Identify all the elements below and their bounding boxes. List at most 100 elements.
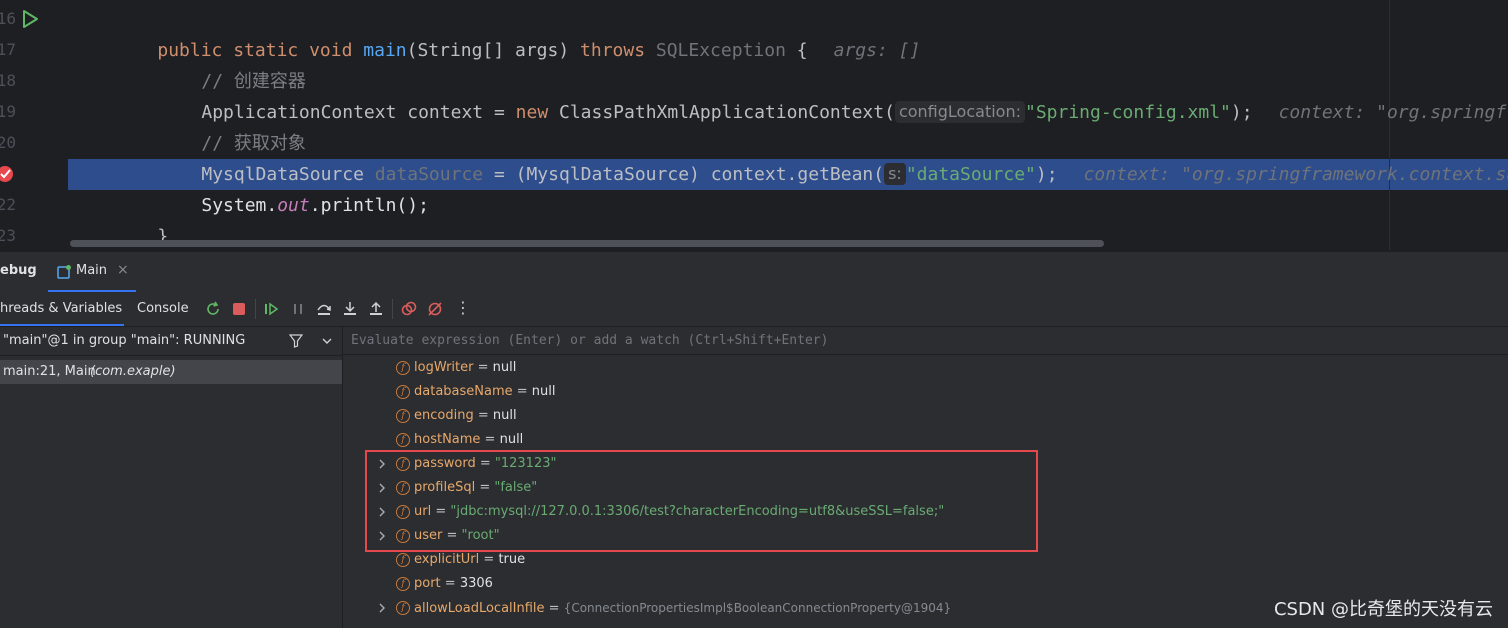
equals-sign: = bbox=[440, 576, 460, 591]
equals-sign: = bbox=[480, 432, 500, 447]
code-line-17: // 创建容器 bbox=[158, 35, 306, 92]
filter-icon[interactable] bbox=[289, 334, 303, 348]
code-token: new bbox=[515, 102, 559, 123]
parameter-hint: configLocation: bbox=[894, 101, 1025, 123]
code-token: throws bbox=[580, 40, 656, 61]
line-number: 16 bbox=[0, 9, 16, 28]
inline-debug-value: context: "org.springfra bbox=[1278, 102, 1508, 123]
view-breakpoints-icon[interactable] bbox=[401, 301, 417, 317]
tab-threads-label: hreads & Variables bbox=[0, 301, 123, 316]
variable-row[interactable]: f port = 3306 bbox=[343, 572, 1508, 596]
step-out-icon[interactable] bbox=[368, 301, 384, 317]
code-token: SQLException bbox=[655, 40, 786, 61]
step-into-icon[interactable] bbox=[342, 301, 358, 317]
equals-sign: = bbox=[512, 384, 532, 399]
variable-entry: logWriter = null bbox=[414, 356, 516, 380]
field-icon: f bbox=[396, 601, 410, 615]
variable-value: null bbox=[531, 384, 556, 399]
mute-breakpoints-icon[interactable] bbox=[427, 301, 443, 317]
debug-toolbar: hreads & Variables Console bbox=[0, 292, 1508, 327]
parameter-hint: s: bbox=[884, 163, 906, 185]
chevron-right-icon[interactable] bbox=[377, 596, 387, 620]
evaluate-expression-input[interactable]: Evaluate expression (Enter) or add a wat… bbox=[343, 327, 1508, 355]
code-token: .println(); bbox=[309, 195, 429, 216]
variable-row[interactable]: f hostName = null bbox=[343, 428, 1508, 452]
tab-main[interactable]: Main × bbox=[48, 252, 136, 292]
code-line-18: ApplicationContext context = new ClassPa… bbox=[158, 66, 1508, 123]
run-main-icon[interactable] bbox=[21, 9, 39, 29]
inline-debug-value: context: "org.springframework.context.su… bbox=[1083, 164, 1508, 185]
code-editor[interactable]: 16 17 18 19 20 22 23 public static void … bbox=[0, 0, 1508, 250]
code-token: = (MysqlDataSource) context.getBean( bbox=[483, 164, 885, 185]
editor-gutter[interactable]: 16 17 18 19 20 22 23 bbox=[0, 0, 66, 250]
resume-icon[interactable] bbox=[263, 301, 279, 317]
variable-name: allowLoadLocalInfile bbox=[414, 601, 545, 616]
more-options-icon[interactable]: ⋮ bbox=[455, 298, 471, 317]
rerun-icon[interactable] bbox=[205, 301, 221, 317]
stack-frame-selected[interactable]: main:21, Main (com.exaple) bbox=[0, 360, 342, 384]
debug-tool-window-header: ebug Main × bbox=[0, 251, 1508, 292]
step-over-icon[interactable] bbox=[316, 301, 332, 317]
thread-selector[interactable]: "main"@1 in group "main": RUNNING bbox=[0, 327, 342, 356]
equals-sign: = bbox=[544, 601, 564, 616]
field-icon: f bbox=[396, 409, 410, 423]
line-number: 22 bbox=[0, 195, 16, 214]
field-icon: f bbox=[396, 433, 410, 447]
line-number: 23 bbox=[0, 226, 16, 245]
code-token: System. bbox=[201, 195, 278, 216]
variable-value: null bbox=[499, 432, 524, 447]
tab-console[interactable]: Console bbox=[137, 301, 189, 316]
code-line-22: } bbox=[114, 190, 168, 247]
variable-value: {ConnectionPropertiesImpl$BooleanConnect… bbox=[563, 601, 952, 615]
breakpoint-icon[interactable] bbox=[0, 164, 16, 184]
stop-icon[interactable] bbox=[231, 301, 247, 317]
variable-entry: allowLoadLocalInfile = {ConnectionProper… bbox=[414, 596, 951, 621]
variable-name: encoding bbox=[414, 408, 474, 423]
variable-entry: hostName = null bbox=[414, 428, 523, 452]
variable-name: explicitUrl bbox=[414, 552, 480, 567]
code-line-16: public static void main(String[] args) t… bbox=[114, 4, 920, 61]
line-number: 19 bbox=[0, 102, 16, 121]
code-token: out bbox=[277, 195, 310, 216]
code-token: ); bbox=[1230, 102, 1253, 123]
code-token: ); bbox=[1035, 164, 1058, 185]
highlight-annotation-box bbox=[365, 450, 1038, 552]
close-icon[interactable]: × bbox=[117, 262, 129, 278]
variable-value: null bbox=[492, 360, 517, 375]
variable-name: port bbox=[414, 576, 441, 591]
variable-name: hostName bbox=[414, 432, 481, 447]
active-tab-indicator bbox=[0, 324, 124, 326]
threads-frames-panel: "main"@1 in group "main": RUNNING main:2… bbox=[0, 327, 343, 628]
variable-row[interactable]: f encoding = null bbox=[343, 404, 1508, 428]
line-number: 18 bbox=[0, 71, 16, 90]
run-config-icon bbox=[57, 265, 71, 279]
code-token: (String[] args) bbox=[406, 40, 581, 61]
debug-title: ebug bbox=[0, 263, 37, 278]
stack-frame-package: (com.exaple) bbox=[90, 364, 176, 379]
code-line-19: // 获取对象 bbox=[158, 97, 306, 154]
code-token: { bbox=[785, 40, 808, 61]
variable-row[interactable]: f databaseName = null bbox=[343, 380, 1508, 404]
variable-entry: port = 3306 bbox=[414, 572, 493, 596]
equals-sign: = bbox=[479, 552, 499, 567]
thread-selector-value: "main"@1 in group "main": RUNNING bbox=[3, 333, 246, 348]
variable-row[interactable]: f logWriter = null bbox=[343, 356, 1508, 380]
equals-sign: = bbox=[473, 360, 493, 375]
horizontal-scrollbar[interactable] bbox=[70, 240, 1104, 247]
field-icon: f bbox=[396, 553, 410, 567]
tab-threads-variables[interactable]: hreads & Variables bbox=[0, 292, 124, 326]
chevron-down-icon[interactable] bbox=[321, 336, 333, 346]
variable-entry: databaseName = null bbox=[414, 380, 556, 404]
code-line-20: MysqlDataSource dataSource = (MysqlDataS… bbox=[158, 128, 1508, 185]
toolbar-separator bbox=[255, 299, 256, 319]
stack-frame-label: main:21, Main bbox=[3, 364, 96, 379]
variable-name: logWriter bbox=[414, 360, 474, 375]
variable-entry: encoding = null bbox=[414, 404, 517, 428]
variable-value: null bbox=[492, 408, 517, 423]
field-icon: f bbox=[396, 361, 410, 375]
pause-icon[interactable] bbox=[290, 301, 306, 317]
toolbar-separator bbox=[392, 299, 393, 319]
variable-value: true bbox=[498, 552, 526, 567]
field-icon: f bbox=[396, 577, 410, 591]
inline-debug-value: args: [] bbox=[833, 40, 921, 61]
